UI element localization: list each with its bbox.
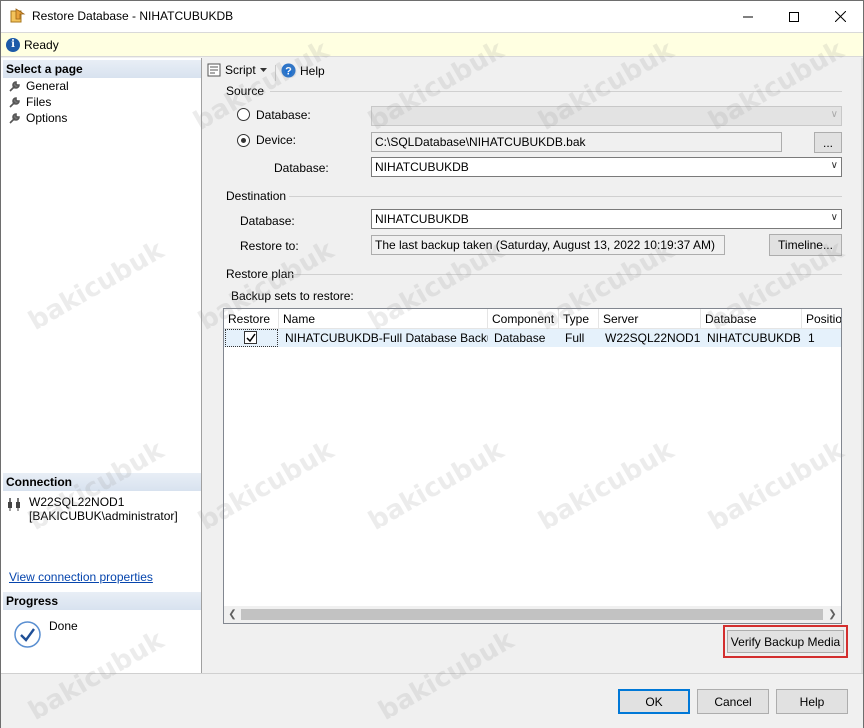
general-page: Script ? Help Source Database: ∨ Device:…	[203, 58, 863, 673]
wrench-icon	[9, 113, 20, 124]
wrench-icon	[9, 81, 20, 92]
help-button[interactable]: Help	[776, 689, 848, 714]
svg-text:?: ?	[285, 66, 292, 78]
scroll-left-icon[interactable]: ❮	[224, 607, 241, 622]
destination-database-value: NIHATCUBUKDB	[375, 212, 469, 226]
source-database-radio[interactable]	[237, 108, 250, 121]
restore-database-window: Restore Database - NIHATCUBUKDB i Ready …	[0, 0, 864, 728]
close-icon	[834, 11, 846, 22]
connection-server: W22SQL22NOD1	[29, 495, 125, 509]
info-icon: i	[6, 38, 20, 52]
backup-sets-label: Backup sets to restore:	[231, 289, 354, 303]
progress-status: Done	[49, 619, 78, 633]
source-database-label: Database:	[274, 161, 329, 175]
cell-position: 1	[808, 331, 815, 345]
left-pane: Select a page General Files Options Conn…	[1, 58, 202, 673]
script-icon	[207, 63, 221, 77]
connection-user: [BAKICUBUK\administrator]	[29, 509, 178, 523]
connection-info: W22SQL22NOD1 [BAKICUBUK\administrator]	[29, 495, 178, 523]
close-button[interactable]	[817, 1, 863, 32]
toolbar-separator	[275, 65, 276, 81]
page-item-files[interactable]: Files	[9, 94, 51, 110]
page-item-label: General	[26, 79, 69, 93]
server-connection-icon	[8, 498, 20, 511]
device-path-field[interactable]: C:\SQLDatabase\NIHATCUBUKDB.bak	[371, 132, 782, 152]
chevron-down-icon: ∨	[830, 212, 838, 223]
verify-backup-media-button[interactable]: Verify Backup Media	[727, 630, 844, 653]
horizontal-scrollbar[interactable]: ❮ ❯	[224, 606, 841, 623]
progress-header: Progress	[3, 592, 201, 610]
title-bar: Restore Database - NIHATCUBUKDB	[1, 1, 863, 32]
source-database-radio-label: Database:	[256, 108, 311, 122]
column-header-name[interactable]: Name	[279, 309, 488, 329]
source-device-radio-label: Device:	[256, 133, 297, 147]
destination-group-label: Destination	[226, 189, 287, 203]
backup-sets-grid: Restore Name Component Type Server Datab…	[223, 308, 842, 624]
ok-button[interactable]: OK	[618, 689, 690, 714]
browse-device-button[interactable]: ...	[814, 132, 842, 153]
timeline-button[interactable]: Timeline...	[769, 234, 842, 256]
source-device-radio[interactable]	[237, 134, 250, 147]
status-text: Ready	[24, 38, 59, 52]
page-item-label: Files	[26, 95, 52, 109]
cell-server: W22SQL22NOD1	[605, 331, 701, 345]
cell-component: Database	[494, 331, 546, 345]
help-icon: ?	[281, 63, 296, 78]
help-toolbar-button[interactable]: ? Help	[281, 63, 325, 78]
column-header-position[interactable]: Position	[802, 309, 841, 329]
dialog-button-bar: OK Cancel Help	[1, 673, 863, 728]
destination-database-label: Database:	[240, 214, 295, 228]
chevron-down-icon: ∨	[830, 109, 838, 120]
restore-to-label: Restore to:	[240, 239, 299, 253]
window-title: Restore Database - NIHATCUBUKDB	[32, 9, 234, 23]
cell-database: NIHATCUBUKDB	[707, 331, 801, 345]
table-row[interactable]: NIHATCUBUKDB-Full Database Backup Databa…	[224, 329, 841, 347]
scroll-right-icon[interactable]: ❯	[824, 607, 841, 622]
page-item-general[interactable]: General	[9, 78, 69, 94]
column-header-server[interactable]: Server	[599, 309, 701, 329]
source-database-dropdown[interactable]: ∨	[371, 106, 842, 126]
script-button[interactable]: Script	[207, 63, 267, 77]
column-header-component[interactable]: Component	[488, 309, 559, 329]
column-header-type[interactable]: Type	[559, 309, 599, 329]
select-page-header: Select a page	[3, 60, 201, 78]
right-edge	[861, 58, 863, 673]
checkmark-icon	[246, 333, 256, 343]
grid-header: Restore Name Component Type Server Datab…	[224, 309, 841, 329]
view-connection-properties-link[interactable]: View connection properties	[9, 570, 153, 584]
scrollbar-thumb[interactable]	[241, 609, 823, 620]
maximize-button[interactable]	[771, 1, 817, 32]
restore-plan-group-label: Restore plan	[226, 267, 295, 281]
destination-divider	[289, 196, 842, 197]
status-bar: i Ready	[1, 32, 863, 57]
column-header-restore[interactable]: Restore	[224, 309, 279, 329]
minimize-icon	[743, 16, 753, 17]
help-label: Help	[300, 63, 325, 78]
destination-database-select[interactable]: NIHATCUBUKDB ∨	[371, 209, 842, 229]
minimize-button[interactable]	[725, 1, 771, 32]
source-database-value: NIHATCUBUKDB	[375, 160, 469, 174]
column-header-database[interactable]: Database	[701, 309, 802, 329]
cell-type: Full	[565, 331, 585, 345]
wrench-icon	[9, 97, 20, 108]
chevron-down-icon	[259, 68, 267, 72]
chevron-down-icon: ∨	[830, 160, 838, 171]
source-divider	[270, 91, 842, 92]
page-item-label: Options	[26, 111, 68, 125]
cell-name: NIHATCUBUKDB-Full Database Backup	[285, 331, 488, 345]
done-check-icon	[14, 621, 41, 648]
restore-to-field[interactable]: The last backup taken (Saturday, August …	[371, 235, 725, 255]
cancel-button[interactable]: Cancel	[697, 689, 769, 714]
source-group-label: Source	[226, 84, 265, 98]
maximize-icon	[789, 11, 799, 22]
connection-header: Connection	[3, 473, 201, 491]
source-database-select[interactable]: NIHATCUBUKDB ∨	[371, 157, 842, 177]
restore-checkbox[interactable]	[244, 331, 257, 344]
restore-plan-divider	[291, 274, 842, 275]
page-item-options[interactable]: Options	[9, 110, 67, 126]
restore-database-icon	[10, 8, 26, 23]
script-label: Script	[225, 63, 256, 77]
